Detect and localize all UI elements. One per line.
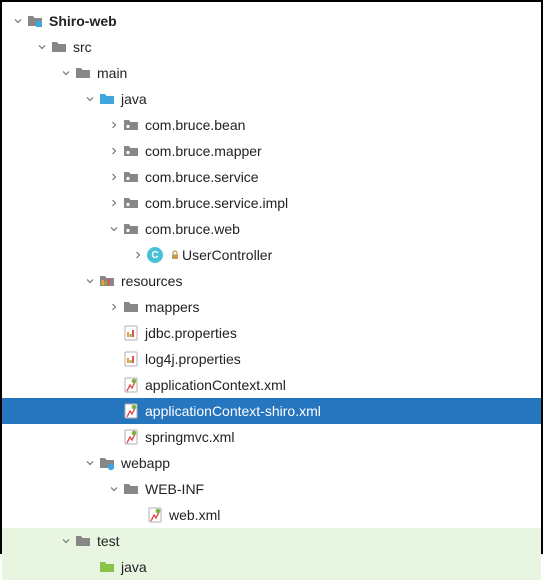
tree-row-webxml[interactable]: web.xml <box>2 502 541 528</box>
tree-row-springmvc[interactable]: springmvc.xml <box>2 424 541 450</box>
folder-icon <box>50 38 68 56</box>
lock-icon <box>170 250 180 260</box>
tree-label: mappers <box>145 299 199 315</box>
package-icon <box>122 116 140 134</box>
tree-label: jdbc.properties <box>145 325 237 341</box>
tree-label: com.bruce.service <box>145 169 259 185</box>
chevron-down-icon[interactable] <box>82 273 98 289</box>
tree-row-mappers[interactable]: mappers <box>2 294 541 320</box>
tree-label: WEB-INF <box>145 481 204 497</box>
tree-row-webinf[interactable]: WEB-INF <box>2 476 541 502</box>
chevron-down-icon[interactable] <box>82 455 98 471</box>
properties-file-icon <box>122 324 140 342</box>
module-icon <box>26 12 44 30</box>
tree-label: main <box>97 65 127 81</box>
folder-icon <box>122 480 140 498</box>
tree-label: com.bruce.mapper <box>145 143 262 159</box>
tree-label: java <box>121 559 147 575</box>
xml-file-icon <box>122 428 140 446</box>
tree-row-usercontroller[interactable]: C UserController <box>2 242 541 268</box>
tree-label: log4j.properties <box>145 351 241 367</box>
source-folder-icon <box>98 90 116 108</box>
tree-row-src[interactable]: src <box>2 34 541 60</box>
package-icon <box>122 168 140 186</box>
xml-file-icon <box>122 376 140 394</box>
tree-row-pkg-mapper[interactable]: com.bruce.mapper <box>2 138 541 164</box>
properties-file-icon <box>122 350 140 368</box>
tree-label: src <box>73 39 92 55</box>
package-icon <box>122 220 140 238</box>
tree-label: springmvc.xml <box>145 429 234 445</box>
test-source-folder-icon <box>98 558 116 576</box>
tree-label: java <box>121 91 147 107</box>
chevron-right-icon[interactable] <box>130 247 146 263</box>
tree-row-test[interactable]: test <box>2 528 541 554</box>
chevron-right-icon[interactable] <box>106 169 122 185</box>
tree-label: Shiro-web <box>49 13 117 29</box>
tree-row-log4j-props[interactable]: log4j.properties <box>2 346 541 372</box>
tree-row-java[interactable]: java <box>2 86 541 112</box>
folder-icon <box>74 64 92 82</box>
tree-row-root[interactable]: Shiro-web <box>2 8 541 34</box>
folder-icon <box>74 532 92 550</box>
folder-icon <box>122 298 140 316</box>
chevron-right-icon[interactable] <box>106 195 122 211</box>
tree-label: com.bruce.bean <box>145 117 245 133</box>
tree-row-pkg-web[interactable]: com.bruce.web <box>2 216 541 242</box>
tree-label: web.xml <box>169 507 220 523</box>
web-folder-icon <box>98 454 116 472</box>
chevron-right-icon[interactable] <box>106 143 122 159</box>
class-icon: C <box>146 246 164 264</box>
tree-row-webapp[interactable]: webapp <box>2 450 541 476</box>
tree-label: UserController <box>182 247 272 263</box>
chevron-down-icon[interactable] <box>106 221 122 237</box>
xml-file-icon <box>122 402 140 420</box>
chevron-down-icon[interactable] <box>82 91 98 107</box>
chevron-down-icon[interactable] <box>58 65 74 81</box>
tree-label: webapp <box>121 455 170 471</box>
chevron-down-icon[interactable] <box>10 13 26 29</box>
tree-row-appctx[interactable]: applicationContext.xml <box>2 372 541 398</box>
project-tree[interactable]: Shiro-web src main java com.bruce.bean c… <box>2 2 541 580</box>
tree-label: com.bruce.service.impl <box>145 195 288 211</box>
chevron-down-icon[interactable] <box>34 39 50 55</box>
tree-label: applicationContext-shiro.xml <box>145 403 321 419</box>
tree-row-jdbc-props[interactable]: jdbc.properties <box>2 320 541 346</box>
tree-label: applicationContext.xml <box>145 377 286 393</box>
resources-folder-icon <box>98 272 116 290</box>
tree-row-pkg-bean[interactable]: com.bruce.bean <box>2 112 541 138</box>
tree-row-pkg-service-impl[interactable]: com.bruce.service.impl <box>2 190 541 216</box>
tree-row-resources[interactable]: resources <box>2 268 541 294</box>
tree-label: test <box>97 533 120 549</box>
package-icon <box>122 142 140 160</box>
tree-label: resources <box>121 273 182 289</box>
chevron-down-icon[interactable] <box>58 533 74 549</box>
tree-label: com.bruce.web <box>145 221 240 237</box>
chevron-right-icon[interactable] <box>106 299 122 315</box>
chevron-right-icon[interactable] <box>106 117 122 133</box>
tree-row-pkg-service[interactable]: com.bruce.service <box>2 164 541 190</box>
xml-file-icon <box>146 506 164 524</box>
package-icon <box>122 194 140 212</box>
tree-row-appctx-shiro[interactable]: applicationContext-shiro.xml <box>2 398 541 424</box>
tree-row-main[interactable]: main <box>2 60 541 86</box>
tree-row-test-java[interactable]: java <box>2 554 541 580</box>
chevron-down-icon[interactable] <box>106 481 122 497</box>
